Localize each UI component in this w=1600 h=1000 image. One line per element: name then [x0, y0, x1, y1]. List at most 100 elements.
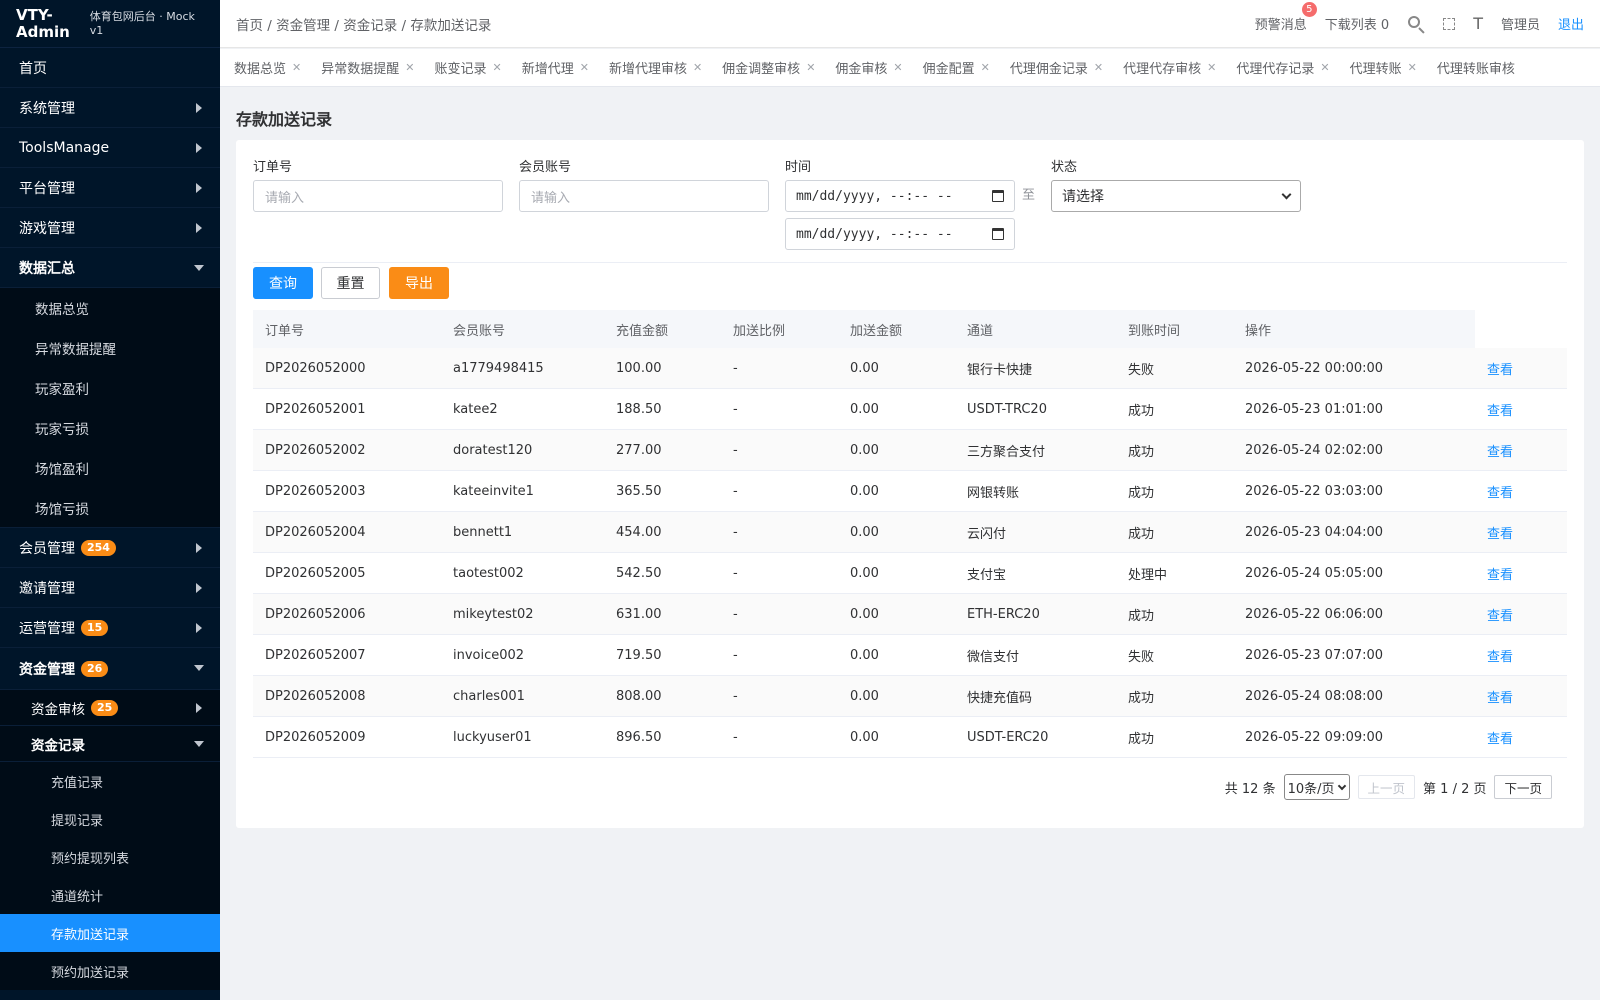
records-table: 订单号 会员账号 充值金额 加送比例 加送金额 通道 到账时间 操作 DP202…	[253, 310, 1567, 758]
chevron-down-icon	[194, 265, 204, 271]
close-icon[interactable]: ✕	[292, 61, 301, 74]
calendar-icon[interactable]	[992, 190, 1004, 202]
table-cell: 2026-05-23 07:07:00	[1245, 647, 1384, 663]
close-icon[interactable]: ✕	[492, 61, 501, 74]
tab-agent-transfer-review[interactable]: 代理转账审核	[1427, 49, 1525, 86]
sidebar-item-label: 预约提现列表	[51, 851, 130, 867]
range-separator: 至	[1022, 188, 1036, 203]
fullscreen-icon[interactable]	[1443, 17, 1456, 30]
view-link[interactable]: 查看	[1475, 482, 1567, 501]
sidebar-item-funds-records[interactable]: 资金记录	[0, 726, 220, 762]
sidebar-item-system[interactable]: 系统管理	[0, 88, 220, 128]
search-icon[interactable]	[1407, 15, 1425, 34]
reset-button[interactable]: 重置	[321, 267, 380, 299]
user-menu[interactable]: 管理员	[1501, 14, 1540, 33]
close-icon[interactable]: ✕	[580, 61, 589, 74]
sidebar-item-invites[interactable]: 邀请管理	[0, 568, 220, 608]
sidebar-item-data-summary[interactable]: 数据汇总	[0, 248, 220, 288]
close-icon[interactable]: ✕	[893, 61, 902, 74]
start-date-input[interactable]: mm/dd/yyyy, --:-- --	[785, 180, 1015, 212]
search-button[interactable]: 查询	[253, 267, 313, 299]
order-input[interactable]: 请输入	[253, 180, 503, 212]
close-icon[interactable]: ✕	[1320, 61, 1329, 74]
tab-commission-adjust-review[interactable]: 佣金调整审核 ✕	[712, 49, 825, 86]
sidebar-item-home[interactable]: 首页	[0, 48, 220, 88]
close-icon[interactable]: ✕	[405, 61, 414, 74]
table-cell: katee2	[453, 401, 498, 417]
view-link[interactable]: 查看	[1475, 564, 1567, 583]
view-link[interactable]: 查看	[1475, 359, 1567, 378]
sidebar-item-data-overview[interactable]: 数据总览	[0, 288, 220, 328]
order-filter: 订单号 请输入	[253, 156, 503, 212]
close-icon[interactable]: ✕	[1207, 61, 1216, 74]
table-cell: -	[733, 442, 738, 458]
sidebar-item-venue-loss[interactable]: 场馆亏损	[0, 488, 220, 528]
export-button[interactable]: 导出	[389, 267, 449, 299]
status-select[interactable]: 请选择	[1051, 180, 1301, 212]
member-input[interactable]: 请输入	[519, 180, 769, 212]
view-link[interactable]: 查看	[1475, 400, 1567, 419]
next-page-button[interactable]: 下一页	[1494, 775, 1552, 799]
tab-new-agent-review[interactable]: 新增代理审核 ✕	[599, 49, 712, 86]
tab-account-changes[interactable]: 账变记录 ✕	[424, 49, 511, 86]
sidebar-item-channel-stats[interactable]: 通道统计	[0, 876, 220, 914]
tab-agent-deposit-records[interactable]: 代理代存记录 ✕	[1226, 49, 1339, 86]
sidebar-item-label: 异常数据提醒	[35, 342, 116, 358]
sidebar-item-player-loss[interactable]: 玩家亏损	[0, 408, 220, 448]
table-cell: 2026-05-24 02:02:00	[1245, 442, 1384, 458]
view-link[interactable]: 查看	[1475, 728, 1567, 747]
table-cell: charles001	[453, 688, 525, 704]
tab-new-agent[interactable]: 新增代理 ✕	[512, 49, 599, 86]
tab-data-overview[interactable]: 数据总览 ✕	[224, 49, 311, 86]
sidebar-item-platform[interactable]: 平台管理	[0, 168, 220, 208]
tab-agent-transfer[interactable]: 代理转账 ✕	[1340, 49, 1427, 86]
tab-abnormal-alert[interactable]: 异常数据提醒 ✕	[311, 49, 424, 86]
logout-link[interactable]: 退出	[1558, 14, 1584, 33]
sidebar-item-label: 资金记录	[31, 737, 85, 754]
font-size-icon[interactable]: T	[1473, 14, 1483, 33]
table-row: DP2026052009 luckyuser01 896.50 - 0.00 USDT-E…	[253, 717, 1567, 758]
tab-agent-commission-records[interactable]: 代理佣金记录 ✕	[1000, 49, 1113, 86]
sidebar-item-deposit-bonus-records[interactable]: 存款加送记录	[0, 914, 220, 952]
downloads-link[interactable]: 下载列表 0	[1325, 14, 1389, 33]
sidebar-item-venue-profit[interactable]: 场馆盈利	[0, 448, 220, 488]
count-badge: 25	[91, 699, 119, 716]
table-row: DP2026052008 charles001 808.00 - 0.00 快捷充值码 成功…	[253, 676, 1567, 717]
sidebar-item-funds[interactable]: 资金管理 26	[0, 648, 220, 690]
close-icon[interactable]: ✕	[806, 61, 815, 74]
sidebar-item-scheduled-bonus-records[interactable]: 预约加送记录	[0, 952, 220, 990]
sidebar-item-player-profit[interactable]: 玩家盈利	[0, 368, 220, 408]
sidebar-item-abnormal-alert[interactable]: 异常数据提醒	[0, 328, 220, 368]
table-cell: 719.50	[616, 647, 662, 663]
alerts-link[interactable]: 预警消息 5	[1255, 2, 1317, 33]
tab-commission-review[interactable]: 佣金审核 ✕	[825, 49, 912, 86]
view-link[interactable]: 查看	[1475, 441, 1567, 460]
sidebar-item-label: 玩家盈利	[35, 382, 89, 398]
sidebar-item-recharge-records[interactable]: 充值记录	[0, 762, 220, 800]
sidebar-item-members[interactable]: 会员管理 254	[0, 528, 220, 568]
close-icon[interactable]: ✕	[693, 61, 702, 74]
tab-commission-config[interactable]: 佣金配置 ✕	[913, 49, 1000, 86]
view-link[interactable]: 查看	[1475, 646, 1567, 665]
prev-page-button[interactable]: 上一页	[1357, 775, 1416, 799]
sidebar-item-tools[interactable]: ToolsManage	[0, 128, 220, 168]
close-icon[interactable]: ✕	[981, 61, 990, 74]
close-icon[interactable]: ✕	[1094, 61, 1103, 74]
sidebar-item-scheduled-withdraw[interactable]: 预约提现列表	[0, 838, 220, 876]
view-link[interactable]: 查看	[1475, 687, 1567, 706]
close-icon[interactable]: ✕	[1408, 61, 1417, 74]
sidebar-item-operations[interactable]: 运营管理 15	[0, 608, 220, 648]
calendar-icon[interactable]	[992, 228, 1004, 240]
tab-agent-deposit-review[interactable]: 代理代存审核 ✕	[1113, 49, 1226, 86]
page-size-select[interactable]: 10条/页	[1283, 774, 1350, 800]
table-cell: DP2026052006	[265, 606, 366, 622]
logo-subtitle: 体育包网后台 · Mock v1	[89, 9, 195, 37]
sidebar-item-funds-review[interactable]: 资金审核 25	[0, 690, 220, 726]
tab-label: 账变记录	[434, 62, 487, 77]
end-date-input[interactable]: mm/dd/yyyy, --:-- --	[785, 218, 1015, 250]
tab-label: 代理佣金记录	[1009, 62, 1088, 77]
view-link[interactable]: 查看	[1475, 605, 1567, 624]
sidebar-item-games[interactable]: 游戏管理	[0, 208, 220, 248]
sidebar-item-withdraw-records[interactable]: 提现记录	[0, 800, 220, 838]
view-link[interactable]: 查看	[1475, 523, 1567, 542]
